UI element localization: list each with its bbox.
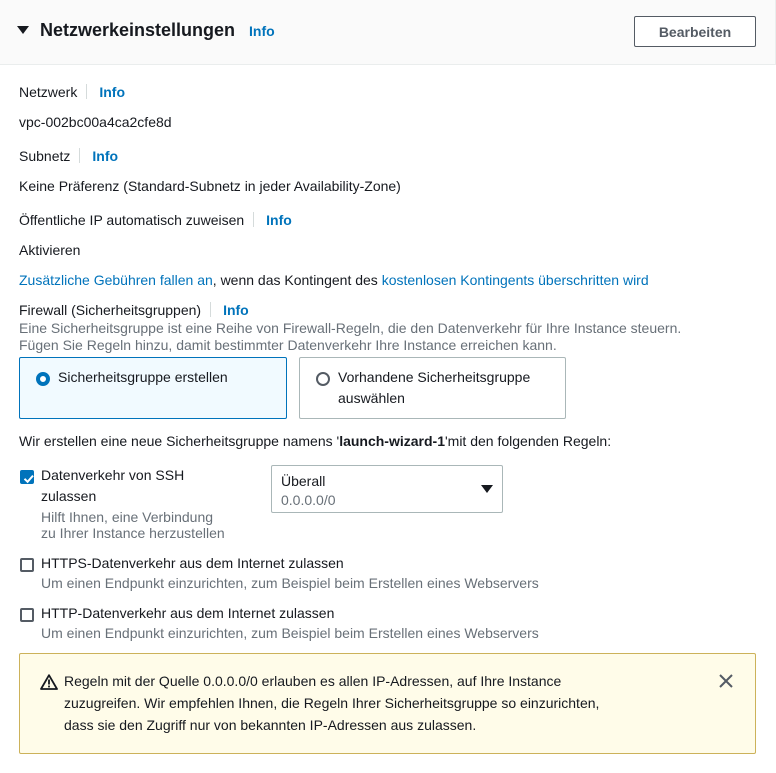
warning-line1: Regeln mit der Quelle 0.0.0.0/0 erlauben… bbox=[64, 673, 562, 689]
firewall-label-row: Firewall (Sicherheitsgruppen) Info bbox=[19, 302, 249, 318]
subnet-info-link[interactable]: Info bbox=[92, 148, 118, 164]
network-label: Netzwerk bbox=[19, 84, 78, 100]
edit-button[interactable]: Bearbeiten bbox=[634, 16, 756, 47]
ssh-source-cidr: 0.0.0.0/0 bbox=[281, 492, 336, 508]
ssh-source-select[interactable]: Überall 0.0.0.0/0 bbox=[271, 465, 503, 513]
divider bbox=[210, 302, 212, 317]
subnet-value: Keine Präferenz (Standard-Subnetz in jed… bbox=[19, 178, 401, 194]
rules-intro: Wir erstellen eine neue Sicherheitsgrupp… bbox=[19, 433, 611, 449]
create-security-group-radio[interactable] bbox=[36, 372, 50, 386]
https-description: Um einen Endpunkt einzurichten, zum Beis… bbox=[41, 575, 539, 591]
divider bbox=[253, 212, 255, 227]
ssh-label[interactable]: Datenverkehr von SSH zulassen bbox=[41, 465, 184, 507]
create-security-group-tile[interactable]: Sicherheitsgruppe erstellen bbox=[19, 357, 287, 419]
panel-header: Netzwerkeinstellungen Info Bearbeiten bbox=[0, 0, 776, 65]
firewall-description: Eine Sicherheitsgruppe ist eine Reihe vo… bbox=[19, 320, 681, 354]
create-security-group-label: Sicherheitsgruppe erstellen bbox=[58, 369, 228, 385]
ssh-desc-line1: Hilft Ihnen, eine Verbindung bbox=[41, 509, 214, 525]
divider bbox=[86, 84, 88, 99]
ssh-source-selected: Überall bbox=[281, 473, 326, 489]
warning-icon bbox=[40, 674, 58, 690]
public-ip-label-row: Öffentliche IP automatisch zuweisen Info bbox=[19, 212, 292, 228]
warning-alert: Regeln mit der Quelle 0.0.0.0/0 erlauben… bbox=[19, 653, 756, 754]
close-icon[interactable] bbox=[717, 672, 735, 690]
collapse-caret-icon[interactable] bbox=[17, 26, 29, 34]
warning-text: Regeln mit der Quelle 0.0.0.0/0 erlauben… bbox=[64, 670, 664, 736]
header-info-link[interactable]: Info bbox=[249, 23, 275, 39]
network-label-row: Netzwerk Info bbox=[19, 84, 125, 100]
warning-line2: zuzugreifen. Wir empfehlen Ihnen, die Re… bbox=[64, 695, 600, 711]
public-ip-info-link[interactable]: Info bbox=[266, 212, 292, 228]
existing-label-line1: Vorhandene Sicherheitsgruppe bbox=[338, 369, 531, 385]
http-description: Um einen Endpunkt einzurichten, zum Beis… bbox=[41, 625, 539, 641]
charges-text: , wenn das Kontingent des bbox=[212, 272, 382, 288]
rules-intro-suffix: 'mit den folgenden Regeln: bbox=[444, 433, 612, 449]
subnet-label: Subnetz bbox=[19, 148, 71, 164]
https-label[interactable]: HTTPS-Datenverkehr aus dem Internet zula… bbox=[41, 553, 344, 574]
ssh-desc-line2: zu Ihrer Instance herzustellen bbox=[41, 525, 225, 541]
divider bbox=[79, 148, 81, 163]
public-ip-label: Öffentliche IP automatisch zuweisen bbox=[19, 212, 245, 228]
ssh-description: Hilft Ihnen, eine Verbindung zu Ihrer In… bbox=[41, 509, 225, 541]
existing-security-group-tile[interactable]: Vorhandene Sicherheitsgruppe auswählen bbox=[299, 357, 566, 419]
network-value: vpc-002bc00a4ca2cfe8d bbox=[19, 114, 172, 130]
firewall-label: Firewall (Sicherheitsgruppen) bbox=[19, 302, 202, 318]
ssh-label-line2: zulassen bbox=[41, 488, 97, 504]
dropdown-caret-icon bbox=[481, 485, 493, 493]
check-icon bbox=[23, 474, 34, 484]
ssh-checkbox[interactable] bbox=[20, 470, 34, 484]
panel-title[interactable]: Netzwerkeinstellungen bbox=[40, 20, 235, 41]
rules-intro-prefix: Wir erstellen eine neue Sicherheitsgrupp… bbox=[19, 433, 340, 449]
firewall-description-line2: Fügen Sie Regeln hinzu, damit bestimmter… bbox=[19, 337, 557, 353]
http-checkbox[interactable] bbox=[20, 608, 34, 622]
additional-charges-link[interactable]: Zusätzliche Gebühren fallen an bbox=[19, 272, 213, 288]
https-checkbox[interactable] bbox=[20, 558, 34, 572]
network-info-link[interactable]: Info bbox=[99, 84, 125, 100]
subnet-label-row: Subnetz Info bbox=[19, 148, 118, 164]
existing-security-group-label: Vorhandene Sicherheitsgruppe auswählen bbox=[338, 367, 530, 409]
existing-label-line2: auswählen bbox=[338, 390, 405, 406]
charges-notice: Zusätzliche Gebühren fallen an, wenn das… bbox=[19, 272, 649, 288]
warning-line3: dass sie den Zugriff nur von bekannten I… bbox=[64, 717, 477, 733]
ssh-label-line1: Datenverkehr von SSH bbox=[41, 467, 185, 483]
existing-security-group-radio[interactable] bbox=[316, 372, 330, 386]
public-ip-value: Aktivieren bbox=[19, 242, 81, 258]
security-group-name: launch-wizard-1 bbox=[339, 433, 445, 449]
firewall-description-line1: Eine Sicherheitsgruppe ist eine Reihe vo… bbox=[19, 320, 682, 336]
firewall-info-link[interactable]: Info bbox=[223, 302, 249, 318]
free-tier-link[interactable]: kostenlosen Kontingents überschritten wi… bbox=[382, 272, 649, 288]
http-label[interactable]: HTTP-Datenverkehr aus dem Internet zulas… bbox=[41, 603, 334, 624]
network-settings-panel: Netzwerkeinstellungen Info Bearbeiten Ne… bbox=[0, 0, 776, 773]
